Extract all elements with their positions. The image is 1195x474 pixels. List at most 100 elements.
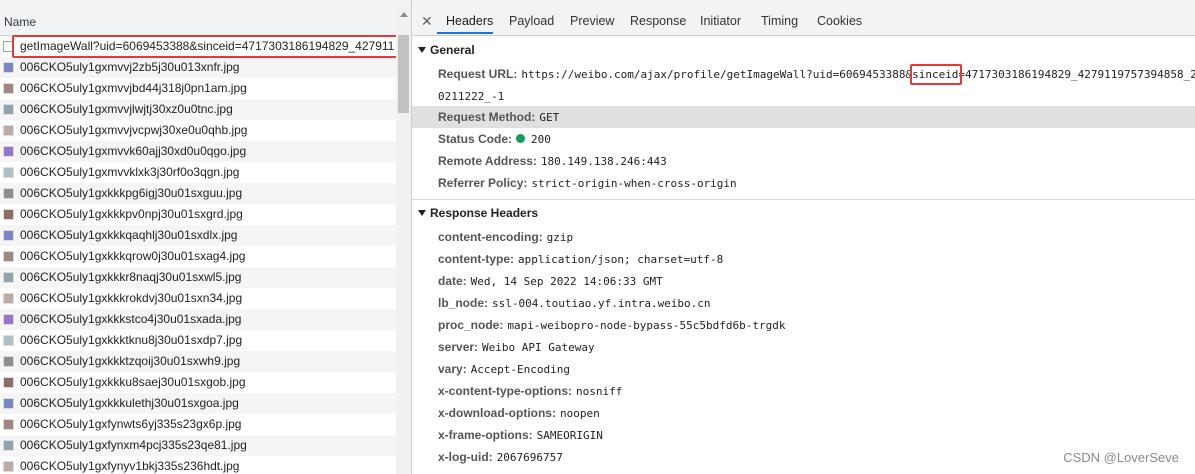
watermark: CSDN @LoverSeve xyxy=(1063,450,1179,465)
header-value: mapi-weibopro-node-bypass-55c5bdfd6b-trg… xyxy=(507,319,786,332)
request-name: 006CKO5uly1gxkkkstco4j30u01sxada.jpg xyxy=(20,312,242,326)
request-row[interactable]: 006CKO5uly1gxmvvklxk3j30rf0o3qgn.jpg xyxy=(0,162,396,183)
header-value: application/json; charset=utf-8 xyxy=(518,253,724,266)
request-row[interactable]: 006CKO5uly1gxmvvjvcpwj30xe0u0qhb.jpg xyxy=(0,120,396,141)
request-method-value: GET xyxy=(539,111,560,124)
request-method-label: Request Method: xyxy=(438,110,536,124)
request-row[interactable]: 006CKO5uly1gxkkkpg6igj30u01sxguu.jpg xyxy=(0,183,396,204)
request-row[interactable]: getImageWall?uid=6069453388&sinceid=4717… xyxy=(0,36,396,57)
status-code-label: Status Code: xyxy=(438,132,513,146)
general-section-toggle[interactable]: General xyxy=(418,43,475,57)
request-row[interactable]: 006CKO5uly1gxfynwts6yj335s23gx6p.jpg xyxy=(0,414,396,435)
response-headers-section-toggle[interactable]: Response Headers xyxy=(418,206,538,220)
header-value: noopen xyxy=(559,407,600,420)
request-name: getImageWall?uid=6069453388&sinceid=4717… xyxy=(20,39,395,53)
image-thumbnail-icon xyxy=(3,83,14,94)
request-name: 006CKO5uly1gxmvvjbd44j318j0pn1am.jpg xyxy=(20,81,247,95)
image-thumbnail-icon xyxy=(3,125,14,136)
response-header-row: x-log-uid: 2067696757 xyxy=(438,450,563,464)
tab-preview[interactable]: Preview xyxy=(570,14,614,28)
request-row[interactable]: 006CKO5uly1gxkkkrokdvj30u01sxn34.jpg xyxy=(0,288,396,309)
request-url-row-continued: 0211222_-1 xyxy=(438,89,504,103)
active-tab-indicator xyxy=(437,32,493,34)
image-thumbnail-icon xyxy=(3,251,14,262)
scroll-up-arrow-icon[interactable] xyxy=(400,12,408,17)
tab-timing[interactable]: Timing xyxy=(761,14,798,28)
referrer-policy-value: strict-origin-when-cross-origin xyxy=(531,177,737,190)
header-key: vary: xyxy=(438,362,467,376)
header-key: proc_node: xyxy=(438,318,504,332)
response-header-row: x-frame-options: SAMEORIGIN xyxy=(438,428,603,442)
request-row[interactable]: 006CKO5uly1gxkkktzqoij30u01sxwh9.jpg xyxy=(0,351,396,372)
request-name: 006CKO5uly1gxmvvk60ajj30xd0u0qgo.jpg xyxy=(20,144,247,158)
name-column-header[interactable]: Name xyxy=(0,7,396,36)
tab-cookies[interactable]: Cookies xyxy=(817,14,862,28)
request-row[interactable]: 006CKO5uly1gxkkkpv0npj30u01sxgrd.jpg xyxy=(0,204,396,225)
panel-top-strip xyxy=(412,0,1195,7)
request-row[interactable]: 006CKO5uly1gxkkkulethj30u01sxgoa.jpg xyxy=(0,393,396,414)
image-thumbnail-icon xyxy=(3,293,14,304)
request-url-value: https://weibo.com/ajax/profile/getImageW… xyxy=(521,68,1195,81)
tab-initiator[interactable]: Initiator xyxy=(700,14,741,28)
response-header-row: date: Wed, 14 Sep 2022 14:06:33 GMT xyxy=(438,274,663,288)
referrer-policy-row: Referrer Policy: strict-origin-when-cross… xyxy=(438,176,737,190)
request-name: 006CKO5uly1gxkkku8saej30u01sxgob.jpg xyxy=(20,375,246,389)
request-name: 006CKO5uly1gxfynyv1bkj335s236hdt.jpg xyxy=(20,459,240,473)
response-headers-title: Response Headers xyxy=(430,206,539,220)
section-divider xyxy=(412,199,1195,200)
remote-address-label: Remote Address: xyxy=(438,154,537,168)
request-name: 006CKO5uly1gxmvvjvcpwj30xe0u0qhb.jpg xyxy=(20,123,248,137)
image-thumbnail-icon xyxy=(3,377,14,388)
request-name: 006CKO5uly1gxkkktzqoij30u01sxwh9.jpg xyxy=(20,354,241,368)
request-row[interactable]: 006CKO5uly1gxkkku8saej30u01sxgob.jpg xyxy=(0,372,396,393)
remote-address-row: Remote Address: 180.149.138.246:443 xyxy=(438,154,667,168)
document-icon xyxy=(3,41,14,52)
header-key: date: xyxy=(438,274,467,288)
request-name: 006CKO5uly1gxkkktknu8j30u01sxdp7.jpg xyxy=(20,333,243,347)
request-row[interactable]: 006CKO5uly1gxmvvjbd44j318j0pn1am.jpg xyxy=(0,78,396,99)
request-row[interactable]: 006CKO5uly1gxmvvj2zb5j30u013xnfr.jpg xyxy=(0,57,396,78)
tab-response[interactable]: Response xyxy=(630,14,686,28)
request-list-scrollbar[interactable] xyxy=(396,7,411,474)
header-key: content-type: xyxy=(438,252,514,266)
response-header-row: content-encoding: gzip xyxy=(438,230,573,244)
panel-top-strip xyxy=(0,0,411,7)
request-url-value-continued: 0211222_-1 xyxy=(438,90,505,103)
request-name: 006CKO5uly1gxkkkrokdvj30u01sxn34.jpg xyxy=(20,291,243,305)
image-thumbnail-icon xyxy=(3,230,14,241)
request-url-label: Request URL: xyxy=(438,67,518,81)
request-list: getImageWall?uid=6069453388&sinceid=4717… xyxy=(0,36,396,474)
request-row[interactable]: 006CKO5uly1gxfynxm4pcj335s23qe81.jpg xyxy=(0,435,396,456)
header-value: Weibo API Gateway xyxy=(482,341,595,354)
collapse-triangle-icon xyxy=(418,210,426,216)
request-row[interactable]: 006CKO5uly1gxmvvjlwjtj30xz0u0tnc.jpg xyxy=(0,99,396,120)
header-key: x-frame-options: xyxy=(438,428,533,442)
tab-headers[interactable]: Headers xyxy=(446,14,493,28)
request-row[interactable]: 006CKO5uly1gxkkkr8naqj30u01sxwl5.jpg xyxy=(0,267,396,288)
header-key: x-content-type-options: xyxy=(438,384,572,398)
close-icon[interactable]: ✕ xyxy=(421,13,433,30)
request-method-row: Request Method: GET xyxy=(438,110,559,124)
header-value: gzip xyxy=(546,231,574,244)
tab-payload[interactable]: Payload xyxy=(509,14,554,28)
request-row[interactable]: 006CKO5uly1gxkkkqaqhlj30u01sxdlx.jpg xyxy=(0,225,396,246)
request-name: 006CKO5uly1gxfynxm4pcj335s23qe81.jpg xyxy=(20,438,247,452)
image-thumbnail-icon xyxy=(3,419,14,430)
scrollbar-thumb[interactable] xyxy=(398,35,409,113)
header-value: 2067696757 xyxy=(496,451,563,464)
request-name: 006CKO5uly1gxkkkr8naqj30u01sxwl5.jpg xyxy=(20,270,242,284)
image-thumbnail-icon xyxy=(3,440,14,451)
image-thumbnail-icon xyxy=(3,104,14,115)
request-row[interactable]: 006CKO5uly1gxkkkqrow0j30u01sxag4.jpg xyxy=(0,246,396,267)
request-row[interactable]: 006CKO5uly1gxmvvk60ajj30xd0u0qgo.jpg xyxy=(0,141,396,162)
header-value: Accept-Encoding xyxy=(470,363,571,376)
status-code-value: 200 xyxy=(531,133,551,146)
request-row[interactable]: 006CKO5uly1gxkkkstco4j30u01sxada.jpg xyxy=(0,309,396,330)
request-name: 006CKO5uly1gxkkkulethj30u01sxgoa.jpg xyxy=(20,396,239,410)
collapse-triangle-icon xyxy=(418,47,426,53)
response-header-row: server: Weibo API Gateway xyxy=(438,340,595,354)
image-thumbnail-icon xyxy=(3,62,14,73)
request-list-panel: Name getImageWall?uid=6069453388&sinceid… xyxy=(0,0,412,474)
request-row[interactable]: 006CKO5uly1gxfynyv1bkj335s236hdt.jpg xyxy=(0,456,396,474)
request-row[interactable]: 006CKO5uly1gxkkktknu8j30u01sxdp7.jpg xyxy=(0,330,396,351)
